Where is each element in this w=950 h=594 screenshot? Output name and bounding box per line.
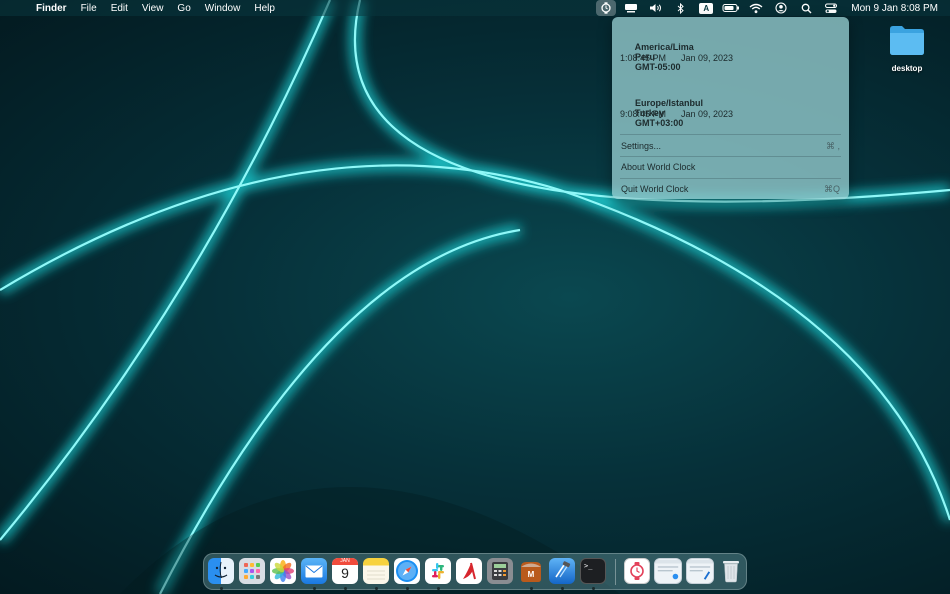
world-clock-dropdown: America/Lima Peru GMT-05:00 1:08:45 PM J…: [612, 17, 849, 199]
folder-icon: [890, 26, 924, 55]
zone-offset: GMT-05:00: [635, 62, 681, 72]
safari-icon[interactable]: [394, 558, 420, 584]
finder-icon[interactable]: [208, 558, 234, 584]
zone-time: 9:08:45 PM: [620, 109, 667, 119]
calendar-icon[interactable]: JAN 9: [332, 558, 358, 584]
photos-icon[interactable]: [270, 558, 296, 584]
launchpad-icon[interactable]: [239, 558, 265, 584]
slack-icon[interactable]: [425, 558, 451, 584]
running-indicator: [406, 587, 409, 590]
folder-label: desktop: [891, 64, 923, 73]
menu-separator: [620, 156, 841, 157]
running-indicator: [437, 587, 440, 590]
zone-region: Europe/Istanbul: [635, 98, 704, 108]
window-thumbnail-icon[interactable]: [654, 558, 682, 584]
input-source-icon[interactable]: A: [696, 0, 716, 16]
menu-separator: [620, 178, 841, 179]
calculator-icon[interactable]: [487, 558, 513, 584]
menu-view[interactable]: View: [142, 3, 164, 14]
zone-date: Jan 09, 2023: [681, 109, 734, 119]
world-clock-status-icon[interactable]: [596, 0, 617, 16]
calendar-month: JAN: [332, 558, 358, 565]
world-clock-icon[interactable]: [624, 558, 650, 584]
running-indicator: [344, 587, 347, 590]
quit-menu-item[interactable]: Quit World Clock ⌘Q: [621, 184, 840, 195]
zone-time: 1:08:45 PM: [620, 53, 667, 63]
zone-region: America/Lima: [634, 42, 694, 52]
battery-icon[interactable]: [721, 0, 741, 16]
quit-label: Quit World Clock: [621, 184, 689, 194]
display-icon[interactable]: [621, 0, 641, 16]
window-thumbnail-icon-2[interactable]: [686, 558, 714, 584]
running-indicator: [592, 587, 595, 590]
running-indicator: [561, 587, 564, 590]
running-indicator: [530, 587, 533, 590]
desktop-folder[interactable]: desktop: [884, 24, 930, 73]
svg-text:M: M: [528, 570, 535, 579]
terminal-prompt: >_: [584, 562, 593, 570]
settings-label: Settings...: [621, 141, 662, 151]
xcode-icon[interactable]: [549, 558, 575, 584]
running-indicator: [313, 587, 316, 590]
menu-help[interactable]: Help: [254, 3, 275, 14]
bluetooth-icon[interactable]: [671, 0, 691, 16]
quit-shortcut: ⌘Q: [823, 184, 840, 194]
spotlight-search-icon[interactable]: [796, 0, 816, 16]
notes-icon[interactable]: [363, 558, 389, 584]
dock: JAN 9 M >_: [203, 553, 747, 590]
dock-divider: [615, 559, 616, 585]
menu-edit[interactable]: Edit: [111, 3, 128, 14]
running-indicator: [220, 587, 223, 590]
terminal-icon[interactable]: >_: [580, 558, 606, 584]
menu-go[interactable]: Go: [177, 3, 190, 14]
user-account-icon[interactable]: [771, 0, 791, 16]
input-source-label: A: [699, 2, 714, 14]
pdf-reader-icon[interactable]: [456, 558, 482, 584]
mail-icon[interactable]: [301, 558, 327, 584]
menu-app-finder[interactable]: Finder: [36, 3, 67, 14]
trash-icon[interactable]: [718, 558, 744, 584]
control-center-icon[interactable]: [821, 0, 841, 16]
running-indicator: [375, 587, 378, 590]
menubar-clock[interactable]: Mon 9 Jan 8:08 PM: [851, 3, 938, 14]
menu-window[interactable]: Window: [205, 3, 241, 14]
settings-shortcut: ⌘ ,: [825, 141, 840, 151]
about-label: About World Clock: [621, 162, 696, 172]
menu-separator: [620, 134, 841, 135]
menu-bar: Finder File Edit View Go Window Help A M…: [0, 0, 950, 16]
zone-offset: GMT+03:00: [635, 118, 684, 128]
calendar-day: 9: [341, 565, 349, 581]
wifi-icon[interactable]: [746, 0, 766, 16]
zone-date: Jan 09, 2023: [681, 53, 734, 63]
settings-menu-item[interactable]: Settings... ⌘ ,: [621, 141, 840, 152]
mamp-icon[interactable]: M: [518, 558, 544, 584]
about-menu-item[interactable]: About World Clock: [621, 162, 840, 172]
volume-icon[interactable]: [646, 0, 666, 16]
menu-file[interactable]: File: [81, 3, 97, 14]
